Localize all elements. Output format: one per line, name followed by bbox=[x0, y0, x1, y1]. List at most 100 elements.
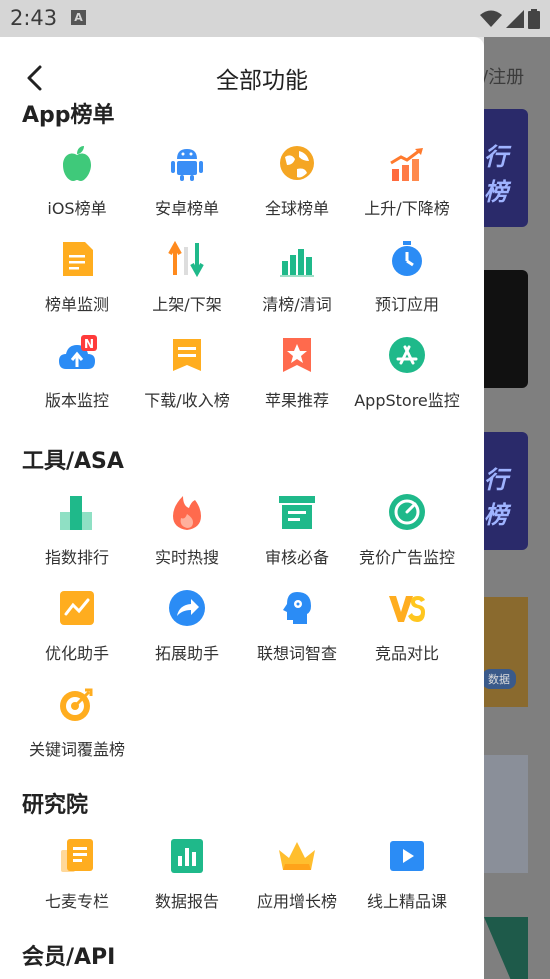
section-title-tools-asa: 工具/ASA bbox=[22, 449, 124, 474]
func-keyword-coverage-ranking[interactable]: 关键词覆盖榜 bbox=[22, 680, 132, 776]
func-label: 指数排行 bbox=[44, 548, 109, 567]
bar-chart-icon bbox=[280, 249, 314, 277]
svg-text:N: N bbox=[84, 337, 94, 351]
func-index-ranking[interactable]: 指数排行 bbox=[22, 488, 132, 584]
play-icon bbox=[390, 841, 424, 871]
func-android-ranking[interactable]: 安卓榜单 bbox=[132, 139, 242, 235]
android-icon bbox=[171, 149, 203, 181]
func-review-essentials[interactable]: 审核必备 bbox=[242, 488, 352, 584]
func-app-growth-ranking[interactable]: 应用增长榜 bbox=[242, 832, 352, 928]
page-title: 全部功能 bbox=[216, 68, 308, 94]
func-online-premium-course[interactable]: 线上精品课 bbox=[352, 832, 462, 928]
section-title-research: 研究院 bbox=[22, 793, 89, 818]
func-expansion-assistant[interactable]: 拓展助手 bbox=[132, 584, 242, 680]
func-label: 审核必备 bbox=[264, 548, 329, 567]
section-title-app-rankings: App榜单 bbox=[22, 103, 115, 128]
appstore-icon bbox=[389, 337, 425, 373]
func-label: 优化助手 bbox=[44, 644, 109, 663]
cloud-upload-icon: N bbox=[59, 335, 97, 369]
func-download-revenue-ranking[interactable]: 下载/收入榜 bbox=[132, 331, 242, 427]
func-competitor-compare[interactable]: 竞品对比 bbox=[352, 584, 462, 680]
func-label: 清榜/清词 bbox=[262, 295, 332, 314]
register-link: /注册 bbox=[484, 67, 525, 88]
func-association-word-check[interactable]: 联想词智查 bbox=[242, 584, 352, 680]
banner-card bbox=[484, 917, 528, 979]
apple-icon bbox=[63, 146, 91, 181]
func-bid-ad-monitor[interactable]: 竞价广告监控 bbox=[352, 488, 462, 584]
flame-icon bbox=[173, 496, 201, 530]
func-label: 下载/收入榜 bbox=[144, 391, 230, 410]
func-ios-ranking[interactable]: iOS榜单 bbox=[22, 139, 132, 235]
status-time: 2:43 bbox=[10, 6, 58, 30]
status-bar: 2:43 A bbox=[0, 0, 550, 37]
review-box-icon bbox=[279, 496, 315, 529]
func-rise-fall-ranking[interactable]: 上升/下降榜 bbox=[352, 139, 462, 235]
func-label: 实时热搜 bbox=[154, 548, 219, 567]
index-bars-icon bbox=[60, 496, 92, 530]
share-arrow-icon bbox=[169, 590, 205, 626]
func-label: 预订应用 bbox=[374, 295, 439, 314]
line-chart-icon bbox=[60, 591, 94, 625]
func-label: 拓展助手 bbox=[154, 644, 219, 663]
wifi-icon bbox=[480, 10, 502, 27]
func-label: 上升/下降榜 bbox=[364, 199, 450, 218]
brain-head-icon bbox=[283, 592, 311, 624]
func-label: 七麦专栏 bbox=[44, 892, 109, 911]
func-clear-rank-word[interactable]: 清榜/清词 bbox=[242, 235, 352, 331]
func-label: 上架/下架 bbox=[152, 295, 222, 314]
func-label: 安卓榜单 bbox=[154, 199, 219, 218]
func-label: 全球榜单 bbox=[264, 199, 329, 218]
func-label: 数据报告 bbox=[154, 892, 219, 911]
func-global-ranking[interactable]: 全球榜单 bbox=[242, 139, 352, 235]
section-title-member-api: 会员/API bbox=[22, 945, 116, 970]
timer-icon bbox=[392, 241, 422, 276]
func-label: AppStore监控 bbox=[354, 391, 460, 410]
receipt-icon bbox=[173, 339, 201, 371]
func-label: 竞价广告监控 bbox=[358, 548, 455, 567]
target-icon bbox=[60, 688, 93, 721]
func-label: 苹果推荐 bbox=[264, 391, 329, 410]
func-label: 联想词智查 bbox=[256, 644, 337, 663]
func-realtime-hot-search[interactable]: 实时热搜 bbox=[132, 488, 242, 584]
banner-card: 数据 bbox=[484, 597, 528, 707]
func-appstore-monitor[interactable]: AppStore监控 bbox=[352, 331, 462, 427]
trend-chart-icon bbox=[390, 148, 423, 181]
banner-card bbox=[484, 270, 528, 388]
globe-icon bbox=[280, 146, 314, 180]
report-icon bbox=[171, 839, 203, 873]
banner-card: 行榜 bbox=[484, 432, 528, 550]
func-label: 关键词覆盖榜 bbox=[28, 740, 125, 759]
func-label: 线上精品课 bbox=[366, 892, 447, 911]
func-label: 应用增长榜 bbox=[256, 892, 337, 911]
up-down-arrows-icon bbox=[168, 240, 204, 278]
func-version-monitor[interactable]: N 版本监控 bbox=[22, 331, 132, 427]
column-doc-icon bbox=[61, 839, 93, 872]
versus-icon bbox=[389, 596, 425, 622]
func-preorder-apps[interactable]: 预订应用 bbox=[352, 235, 462, 331]
signal-icon bbox=[506, 10, 524, 28]
crown-icon bbox=[279, 842, 315, 870]
background-app: /注册 行榜 行榜 数据 bbox=[484, 37, 550, 979]
func-data-report[interactable]: 数据报告 bbox=[132, 832, 242, 928]
func-list-delist[interactable]: 上架/下架 bbox=[132, 235, 242, 331]
gauge-icon bbox=[389, 494, 425, 530]
banner-card bbox=[484, 755, 528, 873]
battery-icon bbox=[528, 9, 540, 29]
func-ranking-monitor[interactable]: 榜单监测 bbox=[22, 235, 132, 331]
func-qimai-column[interactable]: 七麦专栏 bbox=[22, 832, 132, 928]
document-icon bbox=[63, 242, 93, 276]
research-grid: 七麦专栏 数据报告 应用增长榜 线上精品课 bbox=[22, 832, 462, 928]
banner-card: 行榜 bbox=[484, 109, 528, 227]
all-functions-drawer: 全部功能 App榜单 iOS榜单 安卓榜单 全球榜单 上升/下降榜 榜单监测 上… bbox=[0, 37, 484, 979]
func-label: 竞品对比 bbox=[374, 644, 439, 663]
notification-icon: A bbox=[71, 10, 86, 25]
app-rankings-grid: iOS榜单 安卓榜单 全球榜单 上升/下降榜 榜单监测 上架/下架 清榜/清词 bbox=[22, 139, 462, 427]
status-icons bbox=[480, 9, 540, 29]
func-label: iOS榜单 bbox=[47, 199, 107, 218]
func-apple-recommend[interactable]: 苹果推荐 bbox=[242, 331, 352, 427]
func-label: 榜单监测 bbox=[44, 295, 109, 314]
func-optimization-assistant[interactable]: 优化助手 bbox=[22, 584, 132, 680]
tools-asa-grid: 指数排行 实时热搜 审核必备 竞价广告监控 优化助手 拓展助手 联想词智查 竞品… bbox=[22, 488, 462, 776]
func-label: 版本监控 bbox=[44, 391, 109, 410]
star-bookmark-icon bbox=[283, 338, 311, 372]
